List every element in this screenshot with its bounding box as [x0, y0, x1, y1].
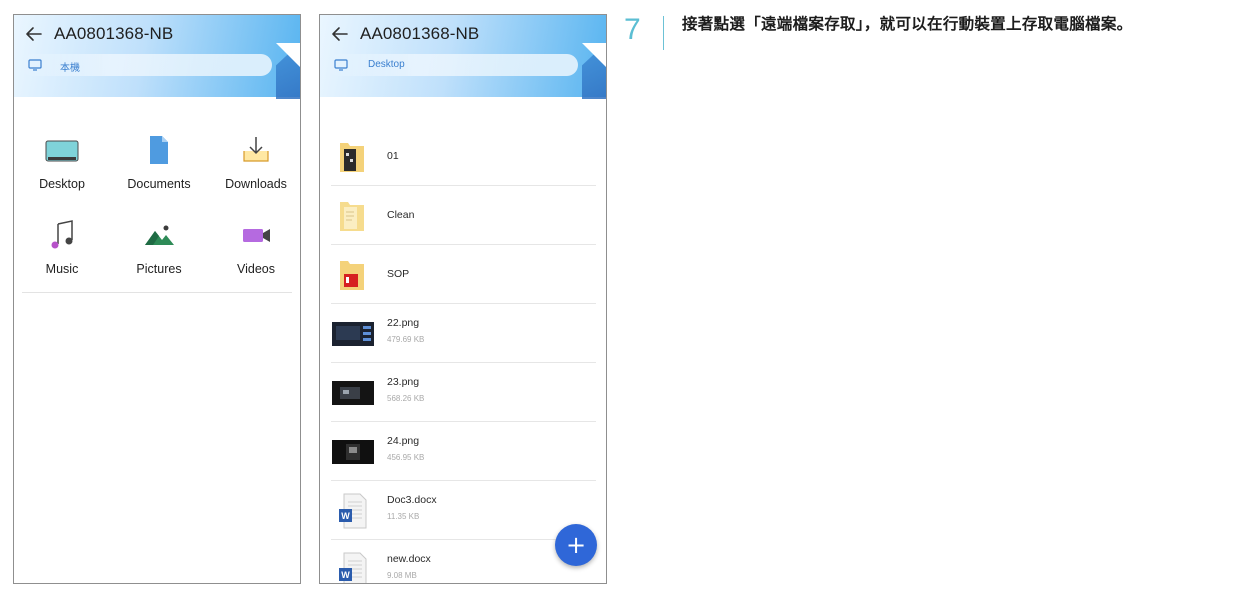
folder-label: Videos [237, 262, 275, 276]
folder-label: Music [45, 262, 79, 276]
step-number: 7 [624, 13, 641, 46]
page-fold-corner [276, 43, 300, 67]
pictures-icon [145, 225, 174, 245]
folder-tile-music[interactable]: Music [14, 218, 110, 276]
file-name: Clean [387, 209, 415, 221]
page-fold-corner [582, 43, 606, 67]
path-label: 本機 [60, 63, 80, 74]
folder-label: Downloads [225, 177, 287, 191]
document-icon [150, 136, 168, 164]
word-document-icon: W [339, 493, 367, 529]
file-name: Doc3.docx [387, 494, 437, 506]
folder-icon [340, 143, 364, 172]
file-size: 479.69 KB [387, 335, 425, 344]
computer-icon [334, 59, 348, 71]
file-size: 11.35 KB [387, 512, 420, 521]
folder-tile-videos[interactable]: Videos [208, 218, 300, 276]
folder-icon [340, 261, 364, 290]
list-item[interactable]: SOP [320, 245, 606, 304]
folder-tile-pictures[interactable]: Pictures [111, 218, 207, 276]
file-name: 24.png [387, 435, 420, 447]
file-name: new.docx [387, 553, 431, 565]
phone-screen-desktop: AA0801368-NB Desktop 01 Clean SOP 22.png… [319, 14, 607, 584]
app-header: AA0801368-NB 本機 [14, 15, 300, 99]
list-item[interactable]: 23.png 568.26 KB [320, 363, 606, 422]
add-floating-button[interactable]: + [555, 524, 597, 566]
device-title: AA0801368-NB [360, 24, 480, 43]
download-icon [243, 137, 269, 162]
word-document-icon: W [339, 552, 367, 583]
video-icon [243, 229, 270, 242]
path-breadcrumb[interactable]: Desktop [328, 54, 578, 76]
path-label: Desktop [368, 59, 405, 70]
file-size: 568.26 KB [387, 394, 425, 403]
path-breadcrumb[interactable]: 本機 [22, 54, 272, 76]
folder-tile-documents[interactable]: Documents [111, 133, 207, 191]
file-name: 23.png [387, 376, 420, 388]
file-size: 9.08 MB [387, 571, 417, 580]
list-item[interactable]: Clean [320, 186, 606, 245]
image-thumbnail-icon [332, 440, 374, 464]
folder-tile-downloads[interactable]: Downloads [208, 133, 300, 191]
file-size: 456.95 KB [387, 453, 425, 462]
plus-icon: + [565, 531, 587, 559]
music-icon [51, 220, 73, 249]
file-name: 22.png [387, 317, 420, 329]
file-name: 01 [387, 150, 399, 162]
folder-label: Pictures [136, 262, 182, 276]
image-thumbnail-icon [332, 381, 374, 405]
back-arrow-icon[interactable] [24, 24, 44, 44]
app-header: AA0801368-NB Desktop [320, 15, 606, 99]
file-name: SOP [387, 268, 410, 280]
image-thumbnail-icon [332, 322, 374, 346]
folder-label: Documents [127, 177, 191, 191]
list-item[interactable]: 24.png 456.95 KB [320, 422, 606, 481]
list-item[interactable]: 01 [320, 127, 606, 186]
list-item[interactable]: 22.png 479.69 KB [320, 304, 606, 363]
device-title: AA0801368-NB [54, 24, 174, 43]
folder-icon [340, 202, 364, 231]
svg-text:W: W [341, 570, 350, 580]
back-arrow-icon[interactable] [330, 24, 350, 44]
folder-tile-desktop[interactable]: Desktop [14, 133, 110, 191]
phone-screen-home: AA0801368-NB 本機 Desktop Documents Downlo… [13, 14, 301, 584]
svg-text:W: W [341, 511, 350, 521]
desktop-icon [45, 140, 79, 162]
folder-label: Desktop [39, 177, 85, 191]
step-instruction-text: 接著點選「遠端檔案存取」，就可以在行動裝置上存取電腦檔案。 [682, 16, 1133, 33]
computer-icon [28, 59, 42, 71]
divider [22, 292, 292, 293]
step-divider [663, 16, 664, 50]
